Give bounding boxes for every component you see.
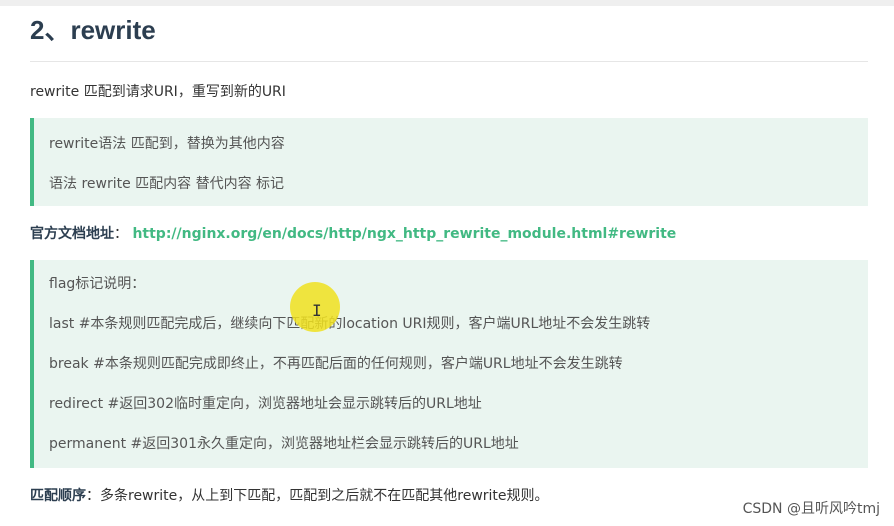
tip-line: redirect #返回302临时重定向，浏览器地址会显示跳转后的URL地址 xyxy=(49,396,482,412)
docs-link[interactable]: http://nginx.org/en/docs/http/ngx_http_r… xyxy=(132,226,676,242)
tip-line: rewrite语法 匹配到，替换为其他内容 xyxy=(49,136,285,152)
intro-paragraph: rewrite 匹配到请求URI，重写到新的URI xyxy=(30,84,286,100)
tip-line: flag标记说明： xyxy=(49,276,146,292)
tip-line: last #本条规则匹配完成后，继续向下匹配新的location URI规则，客… xyxy=(49,316,651,332)
match-order-label: 匹配顺序 xyxy=(30,488,86,504)
match-order-text: 多条rewrite，从上到下匹配，匹配到之后就不在匹配其他rewrite规则。 xyxy=(100,488,549,504)
match-order-separator: ： xyxy=(86,488,100,504)
docs-label: 官方文档地址 xyxy=(30,226,114,242)
watermark: CSDN @且听风吟tmj xyxy=(742,501,880,517)
article-content: 2、rewrite rewrite 匹配到请求URI，重写到新的URI rewr… xyxy=(30,6,868,504)
docs-paragraph: 官方文档地址： http://nginx.org/en/docs/http/ng… xyxy=(30,224,676,244)
tip-line: permanent #返回301永久重定向，浏览器地址栏会显示跳转后的URL地址 xyxy=(49,436,519,452)
section-heading: 2、rewrite xyxy=(30,6,868,62)
match-order-paragraph: 匹配顺序：多条rewrite，从上到下匹配，匹配到之后就不在匹配其他rewrit… xyxy=(30,486,549,506)
docs-separator: ： xyxy=(114,226,128,242)
tip-line: 语法 rewrite 匹配内容 替代内容 标记 xyxy=(49,176,285,192)
syntax-tip-block: rewrite语法 匹配到，替换为其他内容 语法 rewrite 匹配内容 替代… xyxy=(30,118,868,206)
tip-line: break #本条规则匹配完成即终止，不再匹配后面的任何规则，客户端URL地址不… xyxy=(49,356,623,372)
text-cursor-icon: I xyxy=(312,301,322,320)
flag-tip-block: flag标记说明： last #本条规则匹配完成后，继续向下匹配新的locati… xyxy=(30,260,868,468)
